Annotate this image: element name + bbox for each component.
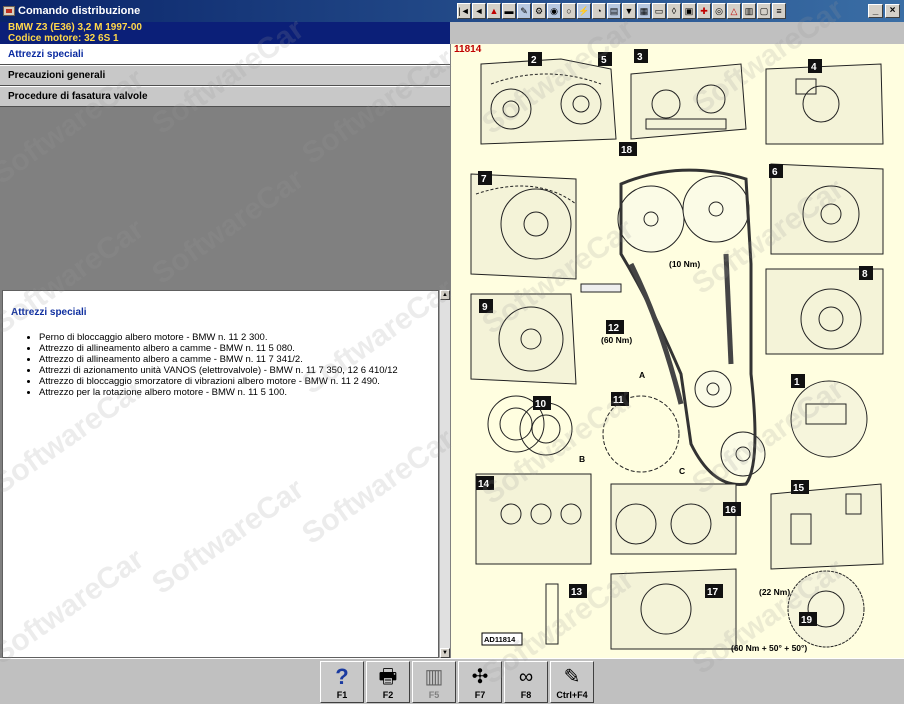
f8-label: F8 bbox=[520, 690, 532, 700]
timing-icon[interactable]: ◎ bbox=[712, 3, 726, 19]
torque-label-10nm: (10 Nm) bbox=[669, 259, 700, 269]
wheel-icon[interactable]: ○ bbox=[562, 3, 576, 19]
chassis-icon[interactable]: ▢ bbox=[757, 3, 771, 19]
diagram-panel: 1 2 3 4 5 6 7 8 9 10 11 12 13 14 15 16 1… bbox=[450, 44, 904, 658]
list-item: Attrezzo di allineamento albero a camme … bbox=[39, 354, 438, 365]
list-item: Attrezzo di allineamento albero a camme … bbox=[39, 343, 438, 354]
callout-9: 9 bbox=[482, 302, 488, 313]
label-b: B bbox=[579, 454, 585, 464]
window-controls: _ × bbox=[868, 4, 900, 18]
f5-label: F5 bbox=[428, 690, 440, 700]
book-icon[interactable]: ▤ bbox=[607, 3, 621, 19]
left-panel: Attrezzi speciali Precauzioni generali P… bbox=[0, 44, 450, 658]
function-bar: ? F1 🖶 F2 ▥ F5 ✣ F7 ∞ F8 ✎ Ctrl+F4 bbox=[0, 658, 904, 704]
oil-icon[interactable]: ▼ bbox=[622, 3, 636, 19]
filter-icon[interactable]: ▦ bbox=[637, 3, 651, 19]
content-heading: Attrezzi speciali bbox=[11, 307, 87, 318]
callout-17: 17 bbox=[707, 587, 719, 598]
callout-4: 4 bbox=[811, 62, 817, 73]
function-keys: ? F1 🖶 F2 ▥ F5 ✣ F7 ∞ F8 ✎ Ctrl+F4 bbox=[320, 661, 596, 703]
first-icon[interactable]: |◄ bbox=[457, 3, 471, 19]
notes-icon: ✎ bbox=[563, 666, 581, 688]
timing-belt-button[interactable]: ∞ F8 bbox=[504, 661, 548, 703]
wiring-icon[interactable]: ≡ bbox=[772, 3, 786, 19]
scroll-up-icon[interactable]: ▲ bbox=[440, 290, 450, 300]
electric-icon[interactable]: ⚡ bbox=[577, 3, 591, 19]
engine-icon[interactable]: ⚙ bbox=[532, 3, 546, 19]
book-icon: ▥ bbox=[424, 666, 444, 688]
callout-1: 1 bbox=[794, 377, 800, 388]
vehicle-model: BMW Z3 (E36) 3,2 M 1997-00 bbox=[8, 22, 142, 33]
menu-item-procedure-fasatura[interactable]: Procedure di fasatura valvole bbox=[0, 86, 450, 107]
f2-label: F2 bbox=[382, 690, 394, 700]
callout-18: 18 bbox=[621, 145, 633, 156]
torque-label-22nm: (22 Nm) bbox=[759, 587, 790, 597]
torque-label-final: (60 Nm + 50° + 50°) bbox=[731, 643, 807, 653]
battery-icon[interactable]: ▣ bbox=[682, 3, 696, 19]
ctrl-f4-label: Ctrl+F4 bbox=[556, 690, 588, 700]
doc-icon[interactable]: ▬ bbox=[502, 3, 516, 19]
doc-code: AD11814 bbox=[484, 635, 516, 644]
application-window: Comando distribuzione |◄ ◄ ▲ ▬ ✎ ⚙ ◉ ○ ⚡… bbox=[0, 0, 904, 704]
section-menu: Attrezzi speciali Precauzioni generali P… bbox=[0, 44, 450, 107]
callout-12: 12 bbox=[608, 323, 620, 334]
list-item: Perno di bloccaggio albero motore - BMW … bbox=[39, 332, 438, 343]
callout-14: 14 bbox=[478, 479, 490, 490]
tools-list: Perno di bloccaggio albero motore - BMW … bbox=[39, 332, 438, 398]
car-icon[interactable]: ▭ bbox=[652, 3, 666, 19]
callout-8: 8 bbox=[862, 269, 868, 280]
help-icon: ? bbox=[335, 664, 349, 689]
label-c: C bbox=[679, 466, 685, 476]
callout-6: 6 bbox=[772, 167, 778, 178]
menu-item-attrezzi-speciali[interactable]: Attrezzi speciali bbox=[0, 44, 450, 65]
tool-icon: ✣ bbox=[471, 666, 489, 688]
toolbar: |◄ ◄ ▲ ▬ ✎ ⚙ ◉ ○ ⚡ ◔ ▤ ▼ ▦ ▭ ◊ ▣ ✚ ◎ △ ▥… bbox=[457, 3, 786, 19]
timing-belt-icon: ∞ bbox=[518, 666, 534, 688]
close-icon[interactable]: × bbox=[885, 4, 900, 18]
callout-15: 15 bbox=[793, 483, 805, 494]
callout-7: 7 bbox=[481, 174, 487, 185]
callout-5: 5 bbox=[601, 55, 607, 66]
menu-item-precauzioni-generali[interactable]: Precauzioni generali bbox=[0, 65, 450, 86]
window-title: Comando distribuzione bbox=[18, 5, 141, 17]
content-text-panel: Attrezzi speciali Perno di bloccaggio al… bbox=[2, 290, 439, 658]
timing-chain-diagram: 1 2 3 4 5 6 7 8 9 10 11 12 13 14 15 16 1… bbox=[470, 49, 884, 653]
gauge-icon[interactable]: ◔ bbox=[592, 3, 606, 19]
document-number: 11814 bbox=[454, 44, 482, 55]
callout-16: 16 bbox=[725, 505, 737, 516]
vehicle-info-bar: BMW Z3 (E36) 3,2 M 1997-00 Codice motore… bbox=[0, 22, 450, 44]
notes-button[interactable]: ✎ Ctrl+F4 bbox=[550, 661, 594, 703]
callout-11: 11 bbox=[613, 395, 624, 406]
f7-label: F7 bbox=[474, 690, 486, 700]
callout-2: 2 bbox=[531, 55, 537, 66]
list-item: Attrezzo per la rotazione albero motore … bbox=[39, 387, 438, 398]
prev-icon[interactable]: ◄ bbox=[472, 3, 486, 19]
print-button[interactable]: 🖶 F2 bbox=[366, 661, 410, 703]
diagram-icon[interactable]: ▥ bbox=[742, 3, 756, 19]
lamp-icon[interactable]: ◊ bbox=[667, 3, 681, 19]
f1-label: F1 bbox=[336, 690, 348, 700]
scroll-down-icon[interactable]: ▼ bbox=[440, 648, 450, 658]
callout-10: 10 bbox=[535, 399, 547, 410]
warning-icon[interactable]: ▲ bbox=[487, 3, 501, 19]
label-a: A bbox=[639, 370, 645, 380]
torque-label-60nm: (60 Nm) bbox=[601, 335, 632, 345]
vertical-scrollbar[interactable]: ▲ ▼ bbox=[439, 290, 450, 658]
fuse-icon[interactable]: ✚ bbox=[697, 3, 711, 19]
list-item: Attrezzo di bloccaggio smorzatore di vib… bbox=[39, 376, 438, 387]
list-item: Attrezzi di azionamento unità VANOS (ele… bbox=[39, 365, 438, 376]
print-icon: 🖶 bbox=[378, 666, 398, 688]
engine-code: Codice motore: 32 6S 1 bbox=[8, 33, 119, 44]
help-button[interactable]: ? F1 bbox=[320, 661, 364, 703]
brake-icon[interactable]: ◉ bbox=[547, 3, 561, 19]
callout-13: 13 bbox=[571, 587, 583, 598]
app-icon bbox=[3, 6, 15, 16]
tool-button[interactable]: ✣ F7 bbox=[458, 661, 502, 703]
alert-icon[interactable]: △ bbox=[727, 3, 741, 19]
callout-3: 3 bbox=[637, 52, 643, 63]
tool-icon[interactable]: ✎ bbox=[517, 3, 531, 19]
minimize-icon[interactable]: _ bbox=[868, 4, 883, 18]
callout-19: 19 bbox=[801, 615, 813, 626]
book-button[interactable]: ▥ F5 bbox=[412, 661, 456, 703]
